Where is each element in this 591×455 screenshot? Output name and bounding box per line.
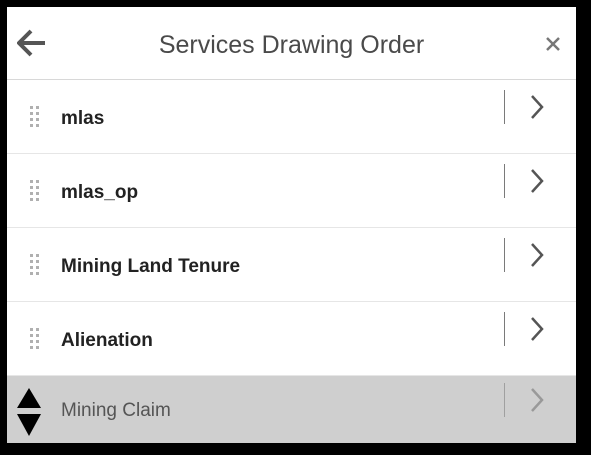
service-label: Mining Land Tenure: [61, 256, 241, 277]
divider: [504, 238, 505, 272]
service-row[interactable]: mlas: [7, 80, 576, 154]
close-button[interactable]: [542, 33, 564, 55]
back-button[interactable]: [17, 29, 47, 57]
drag-handle-icon[interactable]: [28, 178, 42, 202]
page-title: Services Drawing Order: [158, 31, 425, 59]
service-row[interactable]: Alienation: [7, 302, 576, 376]
service-row[interactable]: Mining Land Tenure: [7, 228, 576, 302]
drag-handle-icon[interactable]: [28, 104, 42, 128]
services-drawing-order-panel: Services Drawing Order mlas mlas_op Mini…: [7, 7, 576, 443]
service-label: mlas_op: [61, 182, 139, 203]
chevron-right-icon[interactable]: [527, 314, 547, 344]
chevron-right-icon[interactable]: [527, 92, 547, 122]
panel-header: Services Drawing Order: [7, 7, 576, 80]
drag-handle-icon[interactable]: [28, 326, 42, 350]
chevron-right-icon[interactable]: [527, 166, 547, 196]
divider: [504, 312, 505, 346]
service-label: Mining Claim: [61, 400, 171, 421]
arrow-left-icon: [17, 29, 45, 57]
move-cursor-icon[interactable]: [15, 386, 43, 438]
chevron-right-icon[interactable]: [527, 240, 547, 270]
service-row-dragging[interactable]: Mining Claim: [7, 376, 576, 443]
service-row[interactable]: mlas_op: [7, 154, 576, 228]
service-label: Alienation: [61, 330, 153, 351]
service-label: mlas: [61, 108, 105, 129]
chevron-right-icon[interactable]: [527, 385, 547, 415]
drag-handle-icon[interactable]: [28, 252, 42, 276]
divider: [504, 164, 505, 198]
divider: [504, 90, 505, 124]
close-icon: [546, 37, 560, 51]
divider: [504, 383, 505, 417]
